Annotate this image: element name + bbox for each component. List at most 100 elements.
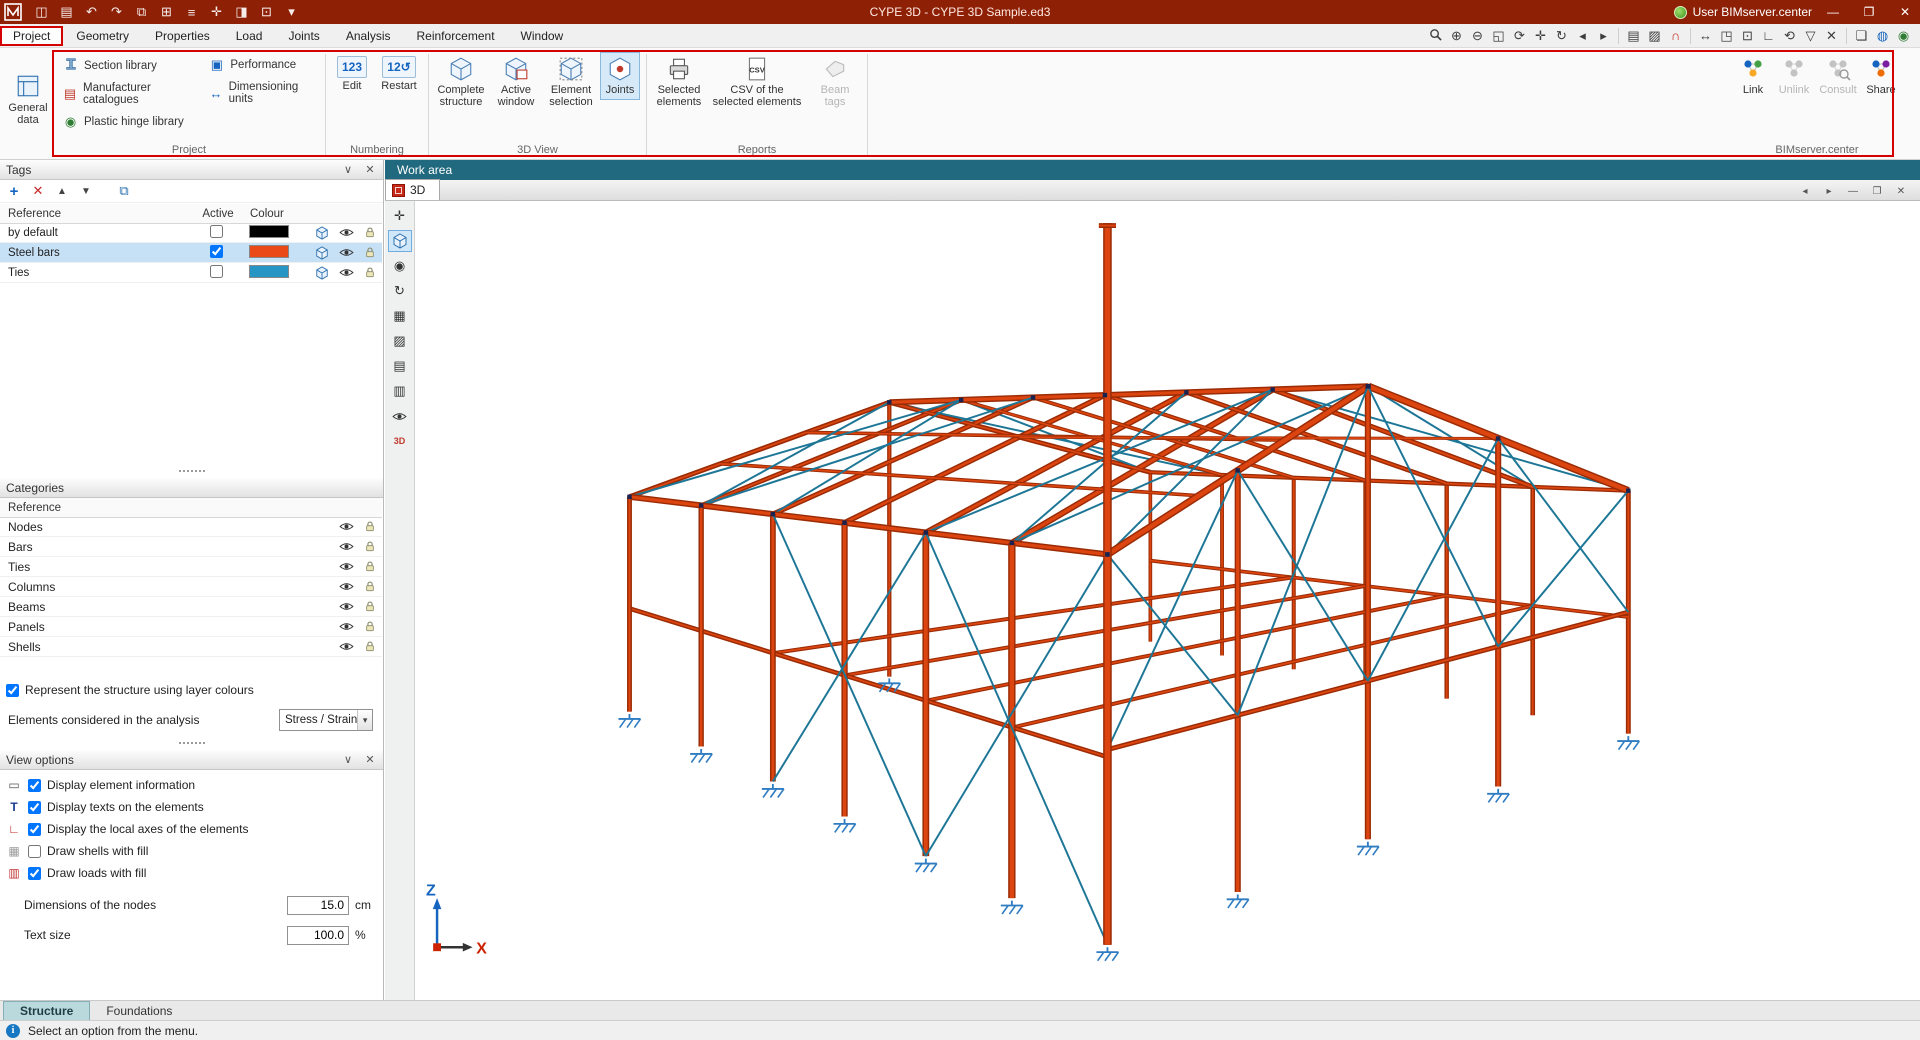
- save-icon[interactable]: ◫: [30, 4, 53, 20]
- menu-load[interactable]: Load: [223, 26, 276, 46]
- tag-view3d-icon[interactable]: [310, 225, 334, 240]
- restore-view-button[interactable]: ❐: [1866, 183, 1888, 200]
- section-library-button[interactable]: Section library: [59, 56, 205, 75]
- tab-foundations[interactable]: Foundations: [90, 1001, 188, 1020]
- measure-icon[interactable]: ↔: [1695, 28, 1716, 43]
- close-view-button[interactable]: ✕: [1890, 183, 1912, 200]
- category-row-ties[interactable]: Ties: [0, 557, 382, 577]
- category-visible-icon[interactable]: [334, 521, 358, 532]
- tag-lock-icon[interactable]: [358, 246, 382, 259]
- views-cube-icon[interactable]: [387, 230, 412, 252]
- category-visible-icon[interactable]: [334, 561, 358, 572]
- coordinate-axes-icon[interactable]: ✛: [388, 205, 412, 227]
- tag-colour-swatch[interactable]: [248, 224, 289, 238]
- loads-fill-checkbox[interactable]: [28, 866, 41, 880]
- tag-colour-swatch[interactable]: [248, 264, 289, 278]
- menu-project[interactable]: Project: [0, 25, 64, 46]
- minimize-view-button[interactable]: —: [1842, 183, 1864, 200]
- copy-icon[interactable]: ⧉: [130, 4, 153, 20]
- joints-view-button[interactable]: Joints: [600, 52, 640, 100]
- zoom-window-icon[interactable]: ◱: [1488, 28, 1509, 44]
- dimensioning-units-button[interactable]: ↔ Dimensioning units: [205, 80, 319, 106]
- tag-active-checkbox[interactable]: [210, 224, 224, 238]
- list-icon[interactable]: ≡: [180, 5, 203, 20]
- print-icon[interactable]: ▤: [55, 4, 78, 20]
- orbit-icon[interactable]: ↻: [1551, 28, 1572, 44]
- category-visible-icon[interactable]: [334, 641, 358, 652]
- undo-icon[interactable]: ↶: [80, 4, 103, 20]
- category-lock-icon[interactable]: [358, 640, 382, 653]
- scale-icon[interactable]: ⊡: [1737, 28, 1758, 44]
- tags-collapse-icon[interactable]: ∨: [341, 163, 355, 176]
- redraw-icon[interactable]: ⟳: [1509, 28, 1530, 44]
- tag-row-steel-bars[interactable]: Steel bars: [0, 243, 382, 263]
- previous-view-icon[interactable]: ◂: [1572, 28, 1593, 44]
- complete-structure-button[interactable]: Complete structure: [435, 52, 487, 112]
- add-tag-button[interactable]: +: [4, 183, 24, 200]
- menu-properties[interactable]: Properties: [142, 26, 223, 46]
- tab-3d[interactable]: 3D: [385, 179, 441, 200]
- bim-link-button[interactable]: Link: [1734, 52, 1772, 100]
- grid-icon[interactable]: ⊞: [155, 4, 178, 20]
- tools-icon[interactable]: ⊡: [255, 4, 278, 20]
- element-info-checkbox[interactable]: [28, 778, 41, 792]
- plastic-hinge-library-button[interactable]: ◉ Plastic hinge library: [59, 113, 205, 131]
- category-visible-icon[interactable]: [334, 581, 358, 592]
- category-row-panels[interactable]: Panels: [0, 617, 382, 637]
- general-data-button[interactable]: General data: [3, 52, 53, 146]
- texture-icon[interactable]: ▨: [1644, 28, 1665, 44]
- category-lock-icon[interactable]: [358, 520, 382, 533]
- numbering-restart-button[interactable]: 12↺ Restart: [376, 52, 422, 96]
- grid-icon[interactable]: ▤: [388, 355, 412, 377]
- tab-structure[interactable]: Structure: [3, 1001, 91, 1020]
- category-lock-icon[interactable]: [358, 620, 382, 633]
- tag-lock-icon[interactable]: [358, 266, 382, 279]
- element-selection-button[interactable]: Element selection: [545, 52, 597, 112]
- search-icon[interactable]: [1425, 28, 1446, 44]
- category-row-columns[interactable]: Columns: [0, 577, 382, 597]
- layers-icon[interactable]: ▥: [388, 380, 412, 402]
- assign-tags-button[interactable]: ⧉: [114, 183, 134, 199]
- tag-view3d-icon[interactable]: [310, 265, 334, 280]
- category-visible-icon[interactable]: [334, 601, 358, 612]
- menu-reinforcement[interactable]: Reinforcement: [404, 26, 508, 46]
- tile-windows-icon[interactable]: ❏: [1851, 28, 1872, 44]
- node-dimensions-input[interactable]: [287, 895, 349, 915]
- minimize-button[interactable]: —: [1818, 0, 1848, 24]
- tag-view3d-icon[interactable]: [310, 245, 334, 260]
- shells-fill-checkbox[interactable]: [28, 844, 41, 858]
- bimserver-sync-icon[interactable]: ◉: [1893, 28, 1914, 44]
- panel-splitter[interactable]: [0, 740, 383, 746]
- report-icon[interactable]: ▤: [1623, 28, 1644, 44]
- view-3d-icon[interactable]: 3D: [388, 430, 412, 452]
- category-row-nodes[interactable]: Nodes: [0, 517, 382, 537]
- prev-window-button[interactable]: ◂: [1794, 183, 1816, 200]
- panel-icon[interactable]: ◨: [230, 4, 253, 20]
- move-icon[interactable]: ✛: [205, 4, 228, 20]
- refresh-icon[interactable]: ⟲: [1779, 28, 1800, 44]
- move-tag-up-button[interactable]: ▲: [52, 186, 72, 197]
- magnet-icon[interactable]: ∩: [1665, 28, 1686, 43]
- results-table-icon[interactable]: ▦: [388, 305, 412, 327]
- rotate-view-icon[interactable]: ↻: [388, 280, 412, 302]
- active-window-button[interactable]: Active window: [490, 52, 542, 112]
- manufacturer-catalogues-button[interactable]: ▤ Manufacturer catalogues: [59, 81, 205, 107]
- tag-active-checkbox[interactable]: [210, 264, 224, 278]
- tag-active-checkbox[interactable]: [210, 244, 224, 258]
- category-lock-icon[interactable]: [358, 600, 382, 613]
- category-lock-icon[interactable]: [358, 540, 382, 553]
- bimserver-user[interactable]: User BIMserver.center: [1673, 5, 1812, 19]
- menu-joints[interactable]: Joints: [275, 26, 332, 46]
- next-view-icon[interactable]: ▸: [1593, 28, 1614, 44]
- analysis-elements-select[interactable]: Stress / Strain ▾: [279, 709, 373, 731]
- category-row-shells[interactable]: Shells: [0, 637, 382, 657]
- restore-button[interactable]: ❐: [1854, 0, 1884, 24]
- 3d-viewport[interactable]: Z X: [415, 201, 1920, 1000]
- category-row-bars[interactable]: Bars: [0, 537, 382, 557]
- qat-dropdown-icon[interactable]: ▾: [280, 4, 303, 20]
- category-lock-icon[interactable]: [358, 580, 382, 593]
- bim-share-button[interactable]: Share: [1862, 52, 1900, 100]
- csv-report-button[interactable]: CSV CSV of the selected elements: [709, 52, 805, 112]
- texts-checkbox[interactable]: [28, 800, 41, 814]
- tags-close-icon[interactable]: ✕: [363, 163, 377, 176]
